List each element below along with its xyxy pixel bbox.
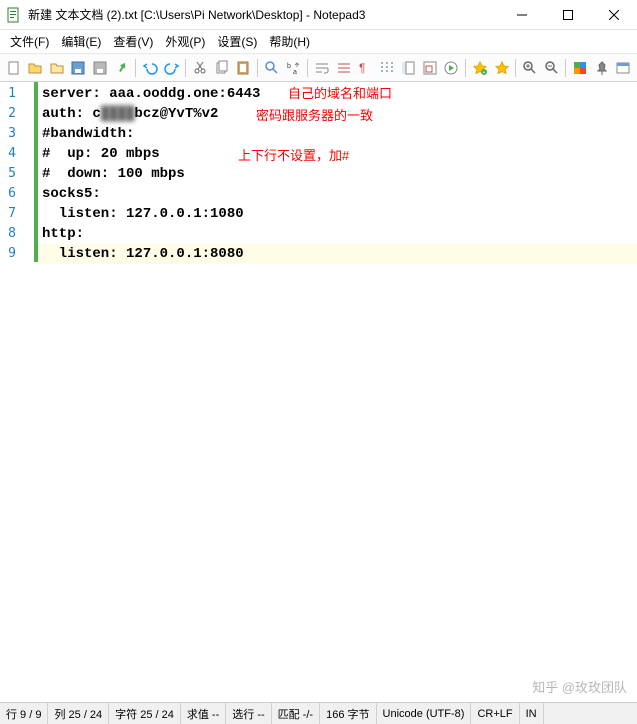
menu-appearance[interactable]: 外观(P) — [159, 31, 211, 52]
statusbar: 行 9 / 9 列 25 / 24 字符 25 / 24 求值 -- 选行 --… — [0, 702, 637, 724]
menu-help[interactable]: 帮助(H) — [263, 31, 316, 52]
menu-settings[interactable]: 设置(S) — [211, 31, 263, 52]
editor-area: 1 2 3 4 5 6 7 8 9 server: aaa.ooddg.one:… — [0, 82, 637, 702]
status-encoding[interactable]: Unicode (UTF-8) — [377, 703, 472, 724]
line-number: 1 — [0, 84, 16, 104]
save-copy-icon[interactable] — [90, 58, 110, 78]
svg-text:+: + — [482, 70, 485, 76]
cut-icon[interactable] — [190, 58, 210, 78]
line-number: 3 — [0, 124, 16, 144]
line-number: 7 — [0, 204, 16, 224]
text-editor[interactable]: server: aaa.ooddg.one:6443 auth: c████bc… — [38, 82, 637, 702]
long-lines-icon[interactable] — [334, 58, 354, 78]
toolbar-separator — [565, 59, 566, 77]
maximize-button[interactable] — [545, 0, 591, 30]
status-bytes[interactable]: 166 字节 — [320, 703, 376, 724]
toolbar-separator — [135, 59, 136, 77]
window-controls — [499, 0, 637, 30]
svg-text:¶: ¶ — [359, 61, 365, 75]
scheme-icon[interactable] — [570, 58, 590, 78]
line-number: 9 — [0, 244, 16, 264]
titlebar: 新建 文本文档 (2).txt [C:\Users\Pi Network\Des… — [0, 0, 637, 30]
paste-icon[interactable] — [234, 58, 254, 78]
find-icon[interactable] — [262, 58, 282, 78]
save-icon[interactable] — [69, 58, 89, 78]
zoom-out-icon[interactable] — [542, 58, 562, 78]
code-line: socks5: — [38, 184, 637, 204]
word-wrap-icon[interactable] — [312, 58, 332, 78]
redo-icon[interactable] — [162, 58, 182, 78]
fold-gutter[interactable] — [20, 82, 34, 702]
svg-text:a: a — [293, 69, 297, 76]
code-line: http: — [38, 224, 637, 244]
annotation-text: 自己的域名和端口 — [288, 84, 392, 104]
folding-icon[interactable] — [420, 58, 440, 78]
toolbar: ba ¶ + — [0, 54, 637, 82]
execute-icon[interactable] — [442, 58, 462, 78]
open-file-icon[interactable] — [26, 58, 46, 78]
toolbar-separator — [515, 59, 516, 77]
favorite-icon[interactable] — [492, 58, 512, 78]
annotation-text: 上下行不设置，加# — [238, 146, 349, 166]
app-icon — [6, 7, 22, 23]
watermark: 知乎 @玫玫团队 — [532, 677, 627, 696]
line-number: 5 — [0, 164, 16, 184]
menu-edit[interactable]: 编辑(E) — [55, 31, 107, 52]
menu-view[interactable]: 查看(V) — [107, 31, 159, 52]
favorite-add-icon[interactable]: + — [470, 58, 490, 78]
status-sel[interactable]: 求值 -- — [181, 703, 226, 724]
line-number-gutter[interactable]: 1 2 3 4 5 6 7 8 9 — [0, 82, 20, 702]
status-mode[interactable]: IN — [520, 703, 544, 724]
annotation-text: 密码跟服务器的一致 — [256, 106, 373, 126]
copy-icon[interactable] — [212, 58, 232, 78]
status-char[interactable]: 字符 25 / 24 — [109, 703, 181, 724]
whitespace-icon[interactable]: ¶ — [355, 58, 375, 78]
line-numbers-icon[interactable] — [399, 58, 419, 78]
new-file-icon[interactable] — [4, 58, 24, 78]
undo-icon[interactable] — [140, 58, 160, 78]
status-col[interactable]: 列 25 / 24 — [48, 703, 109, 724]
svg-text:b: b — [287, 63, 291, 70]
toolbar-separator — [185, 59, 186, 77]
line-number: 8 — [0, 224, 16, 244]
code-line: #bandwidth: — [38, 124, 637, 144]
line-number: 2 — [0, 104, 16, 124]
toolbar-separator — [307, 59, 308, 77]
indent-guides-icon[interactable] — [377, 58, 397, 78]
status-eol[interactable]: CR+LF — [471, 703, 519, 724]
menu-file[interactable]: 文件(F) — [4, 31, 55, 52]
toolbar-separator — [465, 59, 466, 77]
zoom-in-icon[interactable] — [520, 58, 540, 78]
status-line[interactable]: 行 9 / 9 — [0, 703, 48, 724]
code-line-current: listen: 127.0.0.1:8080 — [38, 244, 637, 264]
line-number: 6 — [0, 184, 16, 204]
status-match[interactable]: 匹配 -/- — [272, 703, 320, 724]
code-line: # down: 100 mbps — [38, 164, 637, 184]
minimize-button[interactable] — [499, 0, 545, 30]
explore-icon[interactable] — [47, 58, 67, 78]
replace-icon[interactable]: ba — [284, 58, 304, 78]
new-window-icon[interactable] — [614, 58, 634, 78]
code-line: listen: 127.0.0.1:1080 — [38, 204, 637, 224]
recycle-icon[interactable] — [112, 58, 132, 78]
menubar: 文件(F) 编辑(E) 查看(V) 外观(P) 设置(S) 帮助(H) — [0, 30, 637, 54]
window-title: 新建 文本文档 (2).txt [C:\Users\Pi Network\Des… — [28, 6, 499, 23]
close-button[interactable] — [591, 0, 637, 30]
pin-icon[interactable] — [592, 58, 612, 78]
line-number: 4 — [0, 144, 16, 164]
status-sel2[interactable]: 选行 -- — [226, 703, 271, 724]
toolbar-separator — [257, 59, 258, 77]
